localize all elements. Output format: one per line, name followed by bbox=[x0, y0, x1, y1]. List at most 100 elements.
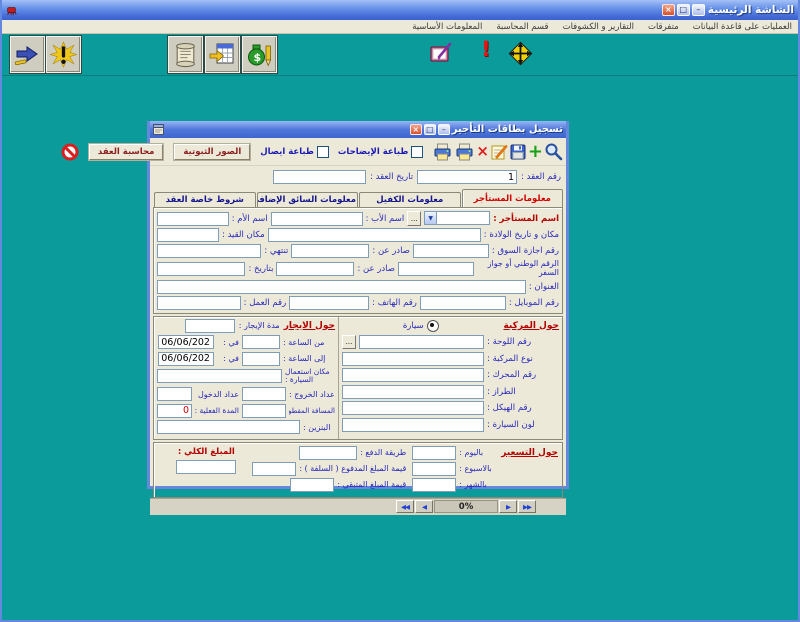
important-button[interactable] bbox=[46, 36, 81, 73]
plate-number-input[interactable] bbox=[359, 335, 484, 349]
delete-icon: × bbox=[476, 144, 489, 159]
id-issuer-input[interactable] bbox=[276, 262, 354, 276]
report-button[interactable] bbox=[168, 36, 203, 73]
tab-special-ter[interactable]: شروط خاصة العقد bbox=[154, 192, 256, 207]
dialog-close-button[interactable]: × bbox=[410, 124, 422, 135]
exit-button[interactable] bbox=[10, 36, 45, 73]
fuel-input[interactable] bbox=[157, 420, 300, 434]
dialog-maximize-button[interactable]: □ bbox=[424, 124, 436, 135]
father-name-input[interactable] bbox=[271, 212, 363, 226]
rental-section-title: حول الايجار bbox=[284, 321, 335, 331]
tenant-name-browse-button[interactable]: ... bbox=[407, 211, 421, 226]
tab-tenant-info[interactable]: معلومات المستأجر bbox=[462, 189, 564, 207]
rental-duration-input[interactable] bbox=[185, 319, 235, 333]
tenant-row-6: رقم الموبايل : رقم الهاتف : رقم العمل : bbox=[157, 296, 559, 310]
remaining-amount-row: قيمة المبلغ المتبقي : bbox=[252, 478, 406, 492]
usage-place-input[interactable] bbox=[157, 369, 282, 383]
mother-name-input[interactable] bbox=[157, 212, 229, 226]
tenant-name-combo[interactable]: ▼ bbox=[424, 211, 490, 226]
photos-button[interactable]: الصور الثبوتية bbox=[174, 144, 250, 160]
print-preview-button[interactable] bbox=[432, 141, 453, 162]
distance-input[interactable] bbox=[242, 404, 286, 418]
contract-accounting-button[interactable]: محاسبة العقد bbox=[89, 144, 163, 160]
dialog-caption-buttons: × □ – bbox=[410, 124, 450, 135]
odometer-in-label: عداد الدخول : bbox=[195, 390, 239, 399]
per-week-input[interactable] bbox=[412, 462, 456, 476]
car-color-row: لون السيارة : bbox=[342, 418, 559, 432]
id-issuer-label: صادر عن : bbox=[357, 264, 395, 274]
move-icon[interactable] bbox=[508, 41, 533, 66]
save-button[interactable] bbox=[509, 141, 527, 162]
nav-next-button[interactable]: ▶ bbox=[499, 500, 517, 513]
menu-item-basic-info[interactable]: المعلومات الأساسية bbox=[412, 22, 482, 32]
print-receipt-checkbox[interactable] bbox=[317, 146, 329, 158]
vehicle-type-input[interactable] bbox=[342, 352, 484, 366]
engine-number-input[interactable] bbox=[342, 368, 484, 382]
nav-previous-button[interactable]: ◀ bbox=[415, 500, 433, 513]
contract-date-input[interactable] bbox=[273, 170, 366, 184]
tenant-row-3: رقم اجازة السوق : صادر عن : تنتهي : bbox=[157, 244, 559, 258]
odometer-in-input[interactable] bbox=[157, 387, 192, 401]
plate-browse-button[interactable]: ... bbox=[342, 335, 356, 349]
printer-icon bbox=[454, 143, 475, 161]
print-button[interactable] bbox=[454, 141, 475, 162]
dialog-minimize-icon: – bbox=[442, 126, 446, 134]
national-id-input[interactable] bbox=[398, 262, 474, 276]
menu-item-accounting[interactable]: قسم المحاسبة bbox=[496, 22, 548, 32]
nav-first-button[interactable]: ◀◀ bbox=[396, 500, 414, 513]
car-color-input[interactable] bbox=[342, 418, 484, 432]
edit-button[interactable] bbox=[490, 141, 508, 162]
to-date-input[interactable] bbox=[158, 352, 214, 366]
rental-duration-label: مدة الإيجار : bbox=[239, 321, 280, 330]
license-issuer-input[interactable] bbox=[291, 244, 369, 258]
license-number-input[interactable] bbox=[413, 244, 489, 258]
remaining-amount-input[interactable] bbox=[290, 478, 334, 492]
total-amount-label: المبلغ الكلي : bbox=[178, 447, 235, 457]
birth-place-input[interactable] bbox=[268, 228, 481, 242]
close-button[interactable]: × bbox=[662, 4, 675, 16]
menu-item-misc[interactable]: متفرقات bbox=[648, 22, 679, 32]
address-input[interactable] bbox=[157, 280, 526, 294]
finance-button[interactable]: $ bbox=[242, 36, 277, 73]
mobile-input[interactable] bbox=[420, 296, 506, 310]
license-expiry-input[interactable] bbox=[157, 244, 261, 258]
print-notes-checkbox[interactable] bbox=[411, 146, 423, 158]
chassis-number-input[interactable] bbox=[342, 401, 484, 415]
menu-item-reports[interactable]: التقارير و الكشوفات bbox=[563, 22, 634, 32]
per-day-input[interactable] bbox=[412, 446, 456, 460]
record-position-indicator: 0% bbox=[434, 500, 498, 513]
registry-place-input[interactable] bbox=[157, 228, 219, 242]
menu-item-database-ops[interactable]: العمليات على قاعدة البيانات bbox=[693, 22, 792, 32]
minimize-button[interactable]: – bbox=[692, 4, 705, 16]
work-phone-input[interactable] bbox=[157, 296, 241, 310]
alert-icon[interactable]: ! bbox=[481, 39, 491, 60]
table-export-button[interactable] bbox=[205, 36, 240, 73]
paid-amount-input[interactable] bbox=[252, 462, 296, 476]
total-amount-input[interactable] bbox=[176, 460, 236, 474]
license-expiry-label: تنتهي : bbox=[264, 246, 288, 256]
dialog-minimize-button[interactable]: – bbox=[438, 124, 450, 135]
maximize-button[interactable]: □ bbox=[677, 4, 690, 16]
model-input[interactable] bbox=[342, 385, 484, 399]
per-month-input[interactable] bbox=[412, 478, 456, 492]
cancel-button[interactable] bbox=[61, 141, 79, 162]
notebook-pen-icon[interactable] bbox=[429, 41, 455, 65]
add-button[interactable]: + bbox=[528, 141, 543, 162]
contract-number-input[interactable] bbox=[417, 170, 517, 184]
chevron-down-icon[interactable]: ▼ bbox=[424, 211, 437, 225]
tab-extra-driver-info[interactable]: معلومات السائق الإضافي bbox=[257, 192, 359, 207]
to-hour-input[interactable] bbox=[242, 352, 280, 366]
nav-last-button[interactable]: ▶▶ bbox=[518, 500, 536, 513]
odometer-out-input[interactable] bbox=[242, 387, 286, 401]
from-date-input[interactable] bbox=[158, 335, 214, 349]
tab-guarantor-info[interactable]: معلومات الكفيل bbox=[359, 192, 461, 207]
car-radio[interactable] bbox=[427, 320, 439, 332]
phone-input[interactable] bbox=[289, 296, 369, 310]
from-hour-input[interactable] bbox=[242, 335, 280, 349]
delete-button[interactable]: × bbox=[476, 141, 489, 162]
payment-method-input[interactable] bbox=[299, 446, 357, 460]
tenant-name-input[interactable] bbox=[437, 211, 490, 225]
id-issue-date-input[interactable] bbox=[157, 262, 245, 276]
search-button[interactable] bbox=[544, 141, 563, 162]
actual-duration-input[interactable] bbox=[157, 404, 192, 418]
